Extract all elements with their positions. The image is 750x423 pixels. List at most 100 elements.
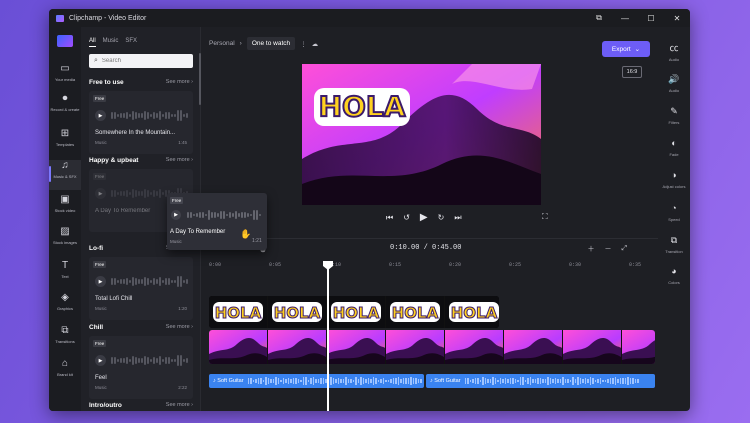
library-scrollbar[interactable]	[199, 53, 201, 105]
left-nav-rail: ▭ Your media ⏺ Record & create ⊞ Templates …	[49, 27, 81, 411]
prop-captions[interactable]: ㏄ Audio	[658, 43, 690, 71]
video-thumbnail	[622, 330, 655, 364]
track-card[interactable]: Free ▶ Feel Music 2:22	[89, 336, 193, 399]
track-type: Music	[170, 239, 182, 244]
cloud-sync-icon: ☁	[311, 40, 319, 48]
forward-5s-icon[interactable]: ↻	[438, 213, 445, 222]
search-input[interactable]	[101, 58, 187, 64]
play-icon[interactable]: ▶	[95, 355, 106, 366]
prop-speed[interactable]: ◔ Speed	[658, 203, 690, 231]
see-more-link[interactable]: See more ›	[166, 157, 193, 164]
audio-clip[interactable]: ♪ Soft Guitar	[426, 374, 655, 388]
fit-timeline-icon[interactable]: ⤢	[622, 245, 628, 253]
aspect-ratio-button[interactable]: 16:9	[622, 66, 642, 78]
play-icon[interactable]: ▶	[171, 210, 181, 220]
chevron-down-icon: ⌄	[634, 46, 641, 53]
stock-images-icon: ▨	[60, 226, 70, 237]
video-thumbnail	[268, 330, 327, 364]
rail-your-media[interactable]: ▭ Your media	[49, 63, 81, 93]
export-button[interactable]: Export ⌄	[602, 41, 650, 57]
prop-colors[interactable]: ◕ Colors	[658, 266, 690, 294]
filters-icon: ✎	[670, 106, 678, 116]
waveform	[111, 276, 189, 287]
close-button[interactable]: ✕	[664, 9, 690, 27]
chevron-right-icon: ›	[239, 40, 242, 47]
prop-audio[interactable]: 🔊 Audio	[658, 74, 690, 102]
restore-icon[interactable]: ⧉	[586, 9, 612, 27]
play-icon[interactable]: ▶	[95, 276, 106, 287]
track-card[interactable]: Free ▶ Total Lofi Chill Music 1:20	[89, 257, 193, 320]
play-icon[interactable]: ▶	[420, 212, 428, 223]
rail-music-sfx[interactable]: ♫ Music & SFX	[49, 160, 81, 190]
sticker-thumbnail: HOLA	[327, 296, 386, 328]
sticker-thumbnail: HOLA	[386, 296, 445, 328]
rail-transitions[interactable]: ⧉ Transitions	[49, 325, 81, 355]
rail-stock-images[interactable]: ▨ Stock images	[49, 226, 81, 256]
svg-text:HOLA: HOLA	[274, 304, 321, 322]
fullscreen-icon[interactable]: ⛶	[542, 212, 548, 222]
minimize-button[interactable]: —	[612, 9, 638, 27]
rail-stock-video[interactable]: ▣ Stock video	[49, 194, 81, 224]
video-thumbnail	[563, 330, 622, 364]
video-preview[interactable]: HOLA	[302, 64, 541, 205]
brand-kit-icon: ⌂	[61, 358, 69, 369]
app-logo-tile	[57, 35, 73, 47]
prop-transition[interactable]: ⧉ Transition	[658, 235, 690, 263]
track-type: Music	[95, 306, 107, 311]
svg-text:HOLA: HOLA	[392, 304, 439, 322]
track-title: A Day To Remember	[170, 229, 226, 235]
prop-filters[interactable]: ✎ Filters	[658, 106, 690, 134]
tab-sfx[interactable]: SFX	[125, 38, 137, 47]
see-more-link[interactable]: See more ›	[166, 324, 193, 331]
zoom-in-icon[interactable]: ＋	[588, 244, 595, 254]
rail-graphics[interactable]: ◈ Graphics	[49, 292, 81, 322]
timecode: 0:10.00 / 0:45.00	[390, 244, 462, 252]
see-more-link[interactable]: See more ›	[166, 402, 193, 409]
tab-music[interactable]: Music	[103, 38, 119, 47]
video-track[interactable]	[209, 330, 655, 364]
export-label: Export	[611, 45, 631, 53]
skip-back-icon[interactable]: ⏮	[386, 213, 393, 223]
more-options-icon[interactable]: ⋮	[300, 40, 307, 48]
playhead-line[interactable]	[327, 267, 329, 411]
play-icon[interactable]: ▶	[95, 110, 106, 121]
prop-fade[interactable]: ◐ Fade	[658, 138, 690, 166]
hola-sticker: HOLA	[314, 88, 410, 126]
breadcrumb-root[interactable]: Personal	[209, 40, 235, 47]
track-card[interactable]: Free ▶ Somewhere In the Mountain... Musi…	[89, 91, 193, 154]
tab-all[interactable]: All	[89, 38, 96, 47]
zoom-out-icon[interactable]: －	[605, 244, 612, 254]
skip-forward-icon[interactable]: ⏭	[454, 213, 461, 223]
prop-adjust-colors[interactable]: ◑ Adjust colors	[658, 170, 690, 198]
audio-clip[interactable]: ♪ Soft Guitar	[209, 374, 424, 388]
preview-frame: HOLA	[302, 64, 541, 205]
svg-text:HOLA: HOLA	[319, 90, 406, 123]
window-controls: ⧉ — ☐ ✕	[586, 9, 690, 27]
section-header: Free to use See more ›	[89, 79, 193, 86]
sticker-thumbnail: HOLA	[268, 296, 327, 328]
video-thumbnail	[327, 330, 386, 364]
search-box[interactable]: ⌕	[89, 54, 193, 68]
total-time: 0:45.00	[432, 244, 462, 252]
rail-templates[interactable]: ⊞ Templates	[49, 128, 81, 158]
timeline-ruler[interactable]: 0:00 0:05 0:10 0:15 0:20 0:25 0:30 0:35	[207, 260, 658, 272]
maximize-button[interactable]: ☐	[638, 9, 664, 27]
section-header: Happy & upbeat See more ›	[89, 157, 193, 164]
rail-text[interactable]: T Text	[49, 260, 81, 290]
project-name[interactable]: One to watch	[246, 37, 296, 50]
rail-brand-kit[interactable]: ⌂ Brand kit	[49, 358, 81, 388]
audio-clip-label: Soft Guitar	[217, 378, 244, 384]
see-more-link[interactable]: See more ›	[166, 79, 193, 86]
waveform	[111, 355, 189, 366]
play-icon[interactable]: ▶	[95, 188, 106, 199]
grab-cursor-icon: ✋	[240, 229, 252, 239]
rewind-5s-icon[interactable]: ↺	[403, 213, 410, 222]
transitions-icon: ⧉	[61, 325, 69, 336]
sticker-track[interactable]: HOLA HOLA HOLA HOLA HOLA	[209, 296, 499, 328]
transition-icon: ⧉	[670, 235, 678, 245]
rail-record-create[interactable]: ⏺ Record & create	[49, 93, 81, 123]
playback-controls: ⏮ ↺ ▶ ↻ ⏭	[386, 212, 462, 223]
record-icon: ⏺	[62, 93, 68, 104]
waveform	[187, 210, 262, 220]
stock-video-icon: ▣	[60, 194, 70, 205]
